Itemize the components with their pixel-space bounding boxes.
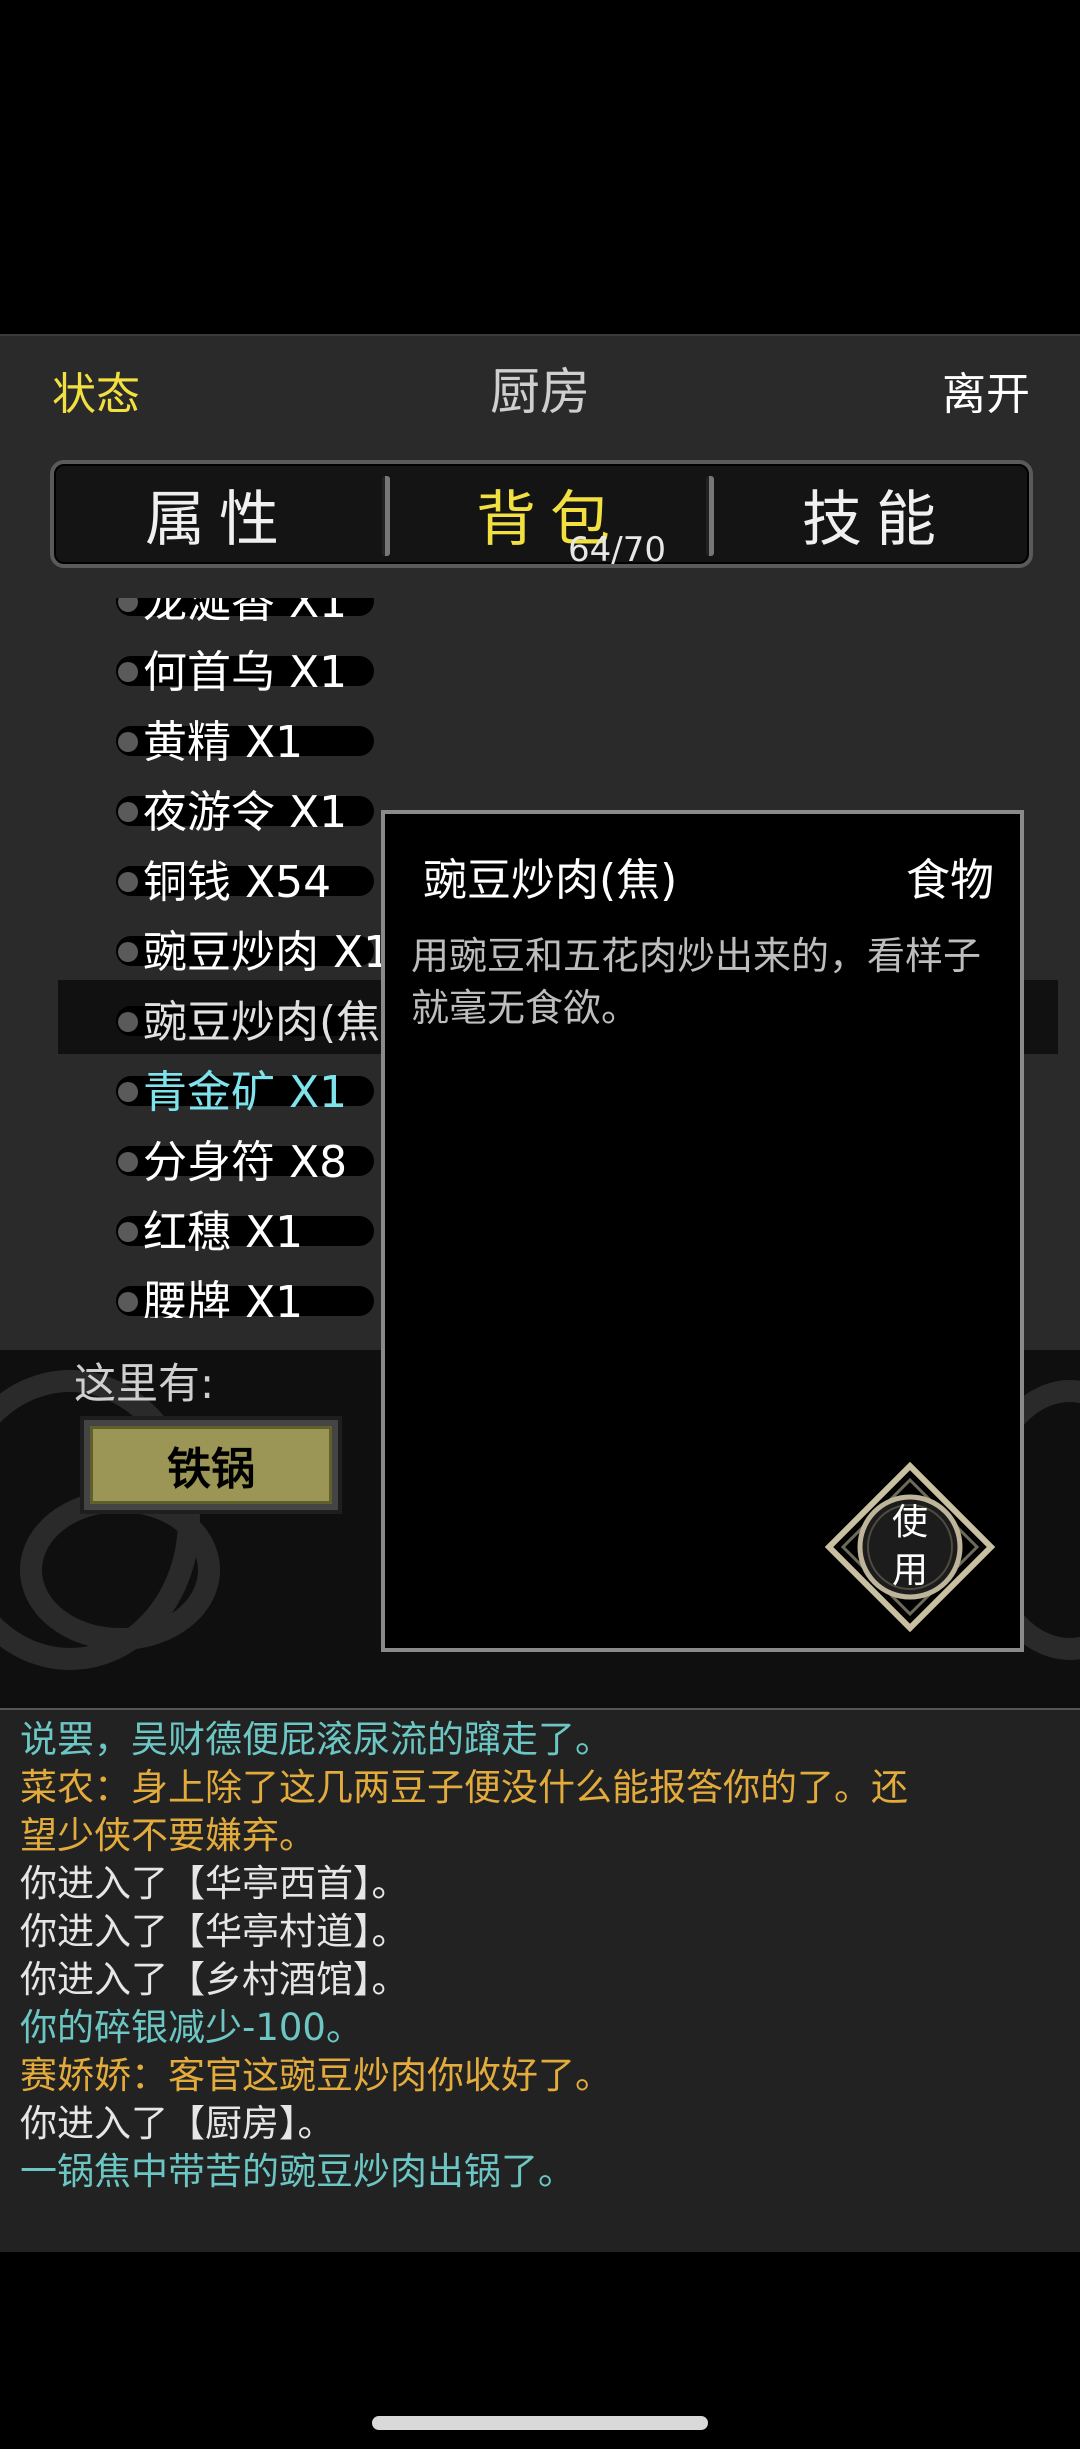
item-type: 食物 bbox=[906, 855, 994, 906]
tab-bar: 属性 背包 技能 bbox=[50, 460, 1033, 568]
item-label: 何首乌 X1 bbox=[143, 647, 348, 698]
item-dot bbox=[118, 1152, 138, 1172]
list-item[interactable]: 何首乌 X1 bbox=[0, 632, 1080, 702]
item-label: 夜游令 X1 bbox=[143, 787, 348, 838]
log-line: 你进入了【华亭西首】。 bbox=[20, 1862, 409, 1905]
bag-capacity: 64/70 bbox=[568, 530, 666, 570]
log-line: 你进入了【乡村酒馆】。 bbox=[20, 1958, 409, 2001]
iron-pot-button[interactable]: 铁锅 bbox=[80, 1416, 342, 1514]
tab-divider bbox=[706, 476, 714, 556]
item-detail-popup: 豌豆炒肉(焦) 食物 用豌豆和五花肉炒出来的，看样子就毫无食欲。 使 用 bbox=[381, 810, 1024, 1652]
item-description: 用豌豆和五花肉炒出来的，看样子就毫无食欲。 bbox=[411, 934, 982, 1030]
item-dot bbox=[118, 942, 138, 962]
list-item[interactable]: 龙涎香 X1 bbox=[0, 598, 1080, 632]
item-dot bbox=[118, 872, 138, 892]
log-line: 你进入了【厨房】。 bbox=[20, 2102, 335, 2145]
tab-divider bbox=[382, 476, 390, 556]
item-label: 豌豆炒肉 X1 bbox=[143, 927, 392, 978]
log-line: 望少侠不要嫌弃。 bbox=[20, 1814, 316, 1857]
page-title: 厨房 bbox=[490, 363, 590, 421]
item-label: 红穗 X1 bbox=[143, 1207, 304, 1258]
item-label: 龙涎香 X1 bbox=[143, 598, 348, 628]
use-label-1: 使 bbox=[891, 1502, 928, 1543]
item-dot bbox=[118, 662, 138, 682]
tab-skills[interactable]: 技能 bbox=[716, 464, 1036, 564]
use-label-2: 用 bbox=[891, 1550, 928, 1591]
item-dot bbox=[118, 732, 138, 752]
use-button[interactable]: 使 用 bbox=[824, 1461, 996, 1633]
list-item[interactable]: 黄精 X1 bbox=[0, 702, 1080, 772]
item-dot bbox=[118, 1222, 138, 1242]
item-name: 豌豆炒肉(焦) bbox=[423, 855, 678, 906]
log-line: 赛娇娇：客官这豌豆炒肉你收好了。 bbox=[20, 2054, 612, 2097]
log-line: 说罢，吴财德便屁滚尿流的蹿走了。 bbox=[20, 1718, 612, 1761]
item-dot bbox=[118, 1082, 138, 1102]
item-dot bbox=[118, 1012, 138, 1032]
item-dot bbox=[118, 802, 138, 822]
item-dot bbox=[118, 1292, 138, 1312]
iron-pot-label: 铁锅 bbox=[90, 1426, 332, 1504]
log-line: 你的碎银减少-100。 bbox=[20, 2006, 363, 2049]
leave-button[interactable]: 离开 bbox=[942, 358, 1030, 422]
tab-attributes[interactable]: 属性 bbox=[54, 464, 384, 564]
log-line: 你进入了【华亭村道】。 bbox=[20, 1910, 409, 1953]
smoke-decoration bbox=[20, 1490, 220, 1650]
log-line: 一锅焦中带苦的豌豆炒肉出锅了。 bbox=[20, 2150, 575, 2193]
message-log[interactable]: 说罢，吴财德便屁滚尿流的蹿走了。 菜农：身上除了这几两豆子便没什么能报答你的了。… bbox=[0, 1708, 1080, 2252]
item-label: 铜钱 X54 bbox=[143, 857, 332, 908]
item-label: 青金矿 X1 bbox=[143, 1067, 348, 1118]
item-label: 分身符 X8 bbox=[143, 1137, 348, 1188]
item-label: 黄精 X1 bbox=[143, 717, 304, 768]
log-line: 菜农：身上除了这几两豆子便没什么能报答你的了。还 bbox=[20, 1766, 908, 1809]
here-label: 这里有: bbox=[74, 1359, 215, 1408]
home-indicator[interactable] bbox=[372, 2416, 708, 2430]
item-label: 腰牌 X1 bbox=[143, 1277, 304, 1318]
